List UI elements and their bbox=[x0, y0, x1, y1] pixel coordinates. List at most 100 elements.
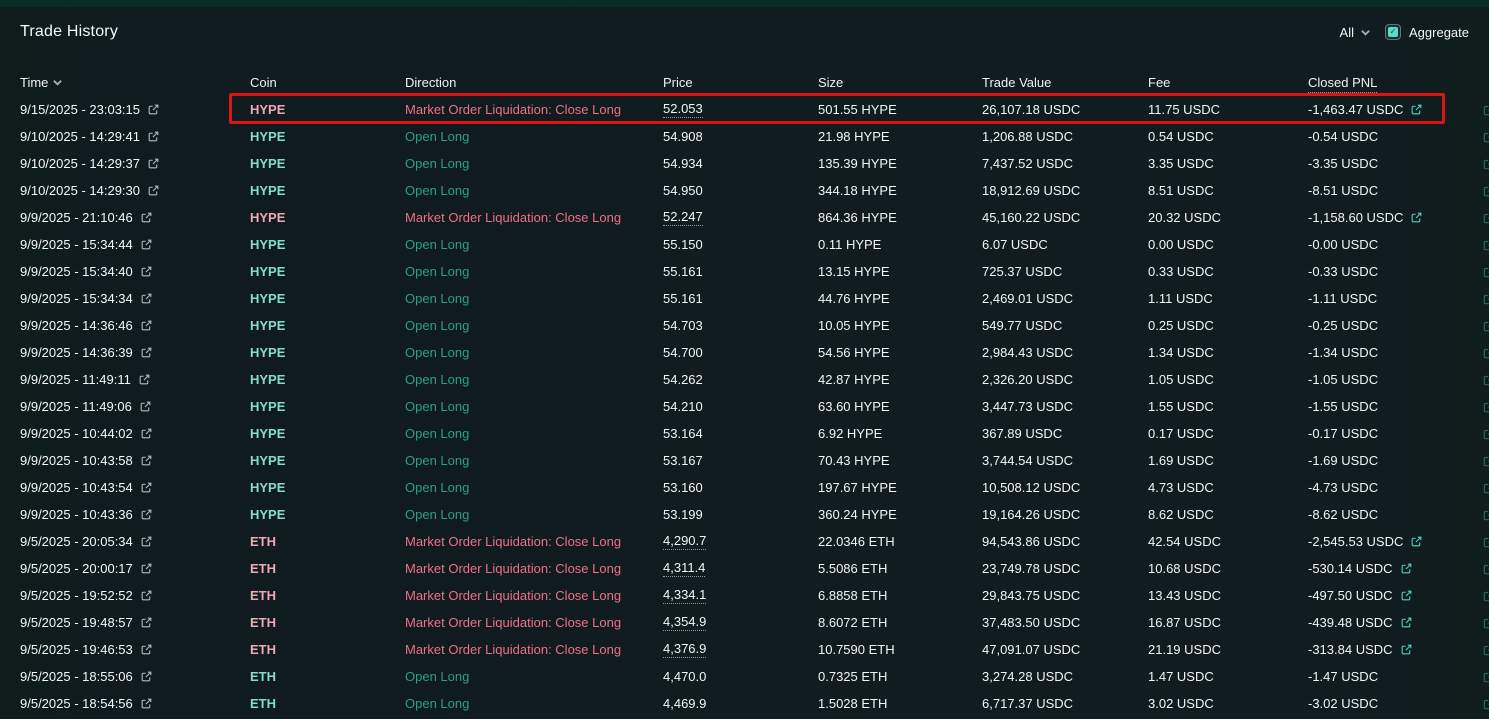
external-link-icon[interactable] bbox=[140, 454, 153, 467]
external-link-icon[interactable] bbox=[1482, 427, 1489, 441]
chevron-down-icon bbox=[1360, 27, 1371, 38]
time-cell: 9/15/2025 - 23:03:15 bbox=[20, 102, 250, 117]
time-cell: 9/9/2025 - 21:10:46 bbox=[20, 210, 250, 225]
external-link-icon[interactable] bbox=[140, 211, 153, 224]
external-link-icon[interactable] bbox=[1482, 319, 1489, 333]
external-link-icon[interactable] bbox=[1482, 670, 1489, 684]
price-cell: 53.164 bbox=[663, 426, 818, 441]
trade-time: 9/9/2025 - 14:36:46 bbox=[20, 318, 133, 333]
pnl-external-link-icon[interactable] bbox=[1410, 211, 1423, 224]
external-link-icon[interactable] bbox=[1482, 643, 1489, 657]
trade-time: 9/9/2025 - 15:34:44 bbox=[20, 237, 133, 252]
coin-cell: HYPE bbox=[250, 291, 405, 306]
table-row: 9/5/2025 - 18:55:06 ETH Open Long 4,470.… bbox=[0, 663, 1489, 690]
external-link-icon[interactable] bbox=[1482, 292, 1489, 306]
column-header-time[interactable]: Time bbox=[20, 75, 250, 90]
price-cell: 53.199 bbox=[663, 507, 818, 522]
fee-cell: 21.19 USDC bbox=[1148, 642, 1308, 657]
external-link-icon[interactable] bbox=[140, 427, 153, 440]
closed-pnl-cell: -1.47 USDC bbox=[1308, 669, 1489, 684]
aggregate-toggle[interactable]: ✓ Aggregate bbox=[1385, 24, 1469, 40]
external-link-icon[interactable] bbox=[1482, 616, 1489, 630]
external-link-icon[interactable] bbox=[1482, 184, 1489, 198]
price-cell: 4,376.9 bbox=[663, 641, 818, 658]
external-link-icon[interactable] bbox=[1482, 346, 1489, 360]
fee-cell: 1.55 USDC bbox=[1148, 399, 1308, 414]
external-link-icon[interactable] bbox=[1482, 157, 1489, 171]
pnl-external-link-icon[interactable] bbox=[1400, 589, 1413, 602]
chevron-down-icon bbox=[52, 77, 63, 88]
pnl-external-link-icon[interactable] bbox=[1400, 562, 1413, 575]
coin-cell: HYPE bbox=[250, 237, 405, 252]
column-header-fee: Fee bbox=[1148, 75, 1308, 90]
external-link-icon[interactable] bbox=[139, 400, 152, 413]
closed-pnl-cell: -1,158.60 USDC bbox=[1308, 210, 1489, 225]
external-link-icon[interactable] bbox=[1482, 508, 1489, 522]
coin-cell: HYPE bbox=[250, 102, 405, 117]
external-link-icon[interactable] bbox=[1482, 589, 1489, 603]
external-link-icon[interactable] bbox=[1482, 265, 1489, 279]
external-link-icon[interactable] bbox=[140, 265, 153, 278]
external-link-icon[interactable] bbox=[1482, 697, 1489, 711]
coin-cell: ETH bbox=[250, 696, 405, 711]
external-link-icon[interactable] bbox=[1482, 211, 1489, 225]
trade-value-cell: 3,274.28 USDC bbox=[982, 669, 1148, 684]
size-cell: 44.76 HYPE bbox=[818, 291, 982, 306]
direction-cell: Open Long bbox=[405, 669, 663, 684]
external-link-icon[interactable] bbox=[140, 508, 153, 521]
pnl-external-link-icon[interactable] bbox=[1410, 103, 1423, 116]
external-link-icon[interactable] bbox=[138, 373, 151, 386]
external-link-icon[interactable] bbox=[147, 103, 160, 116]
price-cell: 54.700 bbox=[663, 345, 818, 360]
coin-cell: HYPE bbox=[250, 210, 405, 225]
external-link-icon[interactable] bbox=[140, 670, 153, 683]
external-link-icon[interactable] bbox=[1482, 400, 1489, 414]
external-link-icon[interactable] bbox=[147, 130, 160, 143]
external-link-icon[interactable] bbox=[1482, 373, 1489, 387]
external-link-icon[interactable] bbox=[1482, 535, 1489, 549]
table-row: 9/9/2025 - 14:36:46 HYPE Open Long 54.70… bbox=[0, 312, 1489, 339]
external-link-icon[interactable] bbox=[140, 589, 153, 602]
external-link-icon[interactable] bbox=[140, 643, 153, 656]
fee-cell: 16.87 USDC bbox=[1148, 615, 1308, 630]
time-cell: 9/9/2025 - 15:34:34 bbox=[20, 291, 250, 306]
aggregate-checkbox[interactable]: ✓ bbox=[1385, 24, 1401, 40]
trade-value-cell: 6.07 USDC bbox=[982, 237, 1148, 252]
external-link-icon[interactable] bbox=[140, 238, 153, 251]
time-cell: 9/5/2025 - 19:48:57 bbox=[20, 615, 250, 630]
external-link-icon[interactable] bbox=[140, 616, 153, 629]
table-row: 9/10/2025 - 14:29:41 HYPE Open Long 54.9… bbox=[0, 123, 1489, 150]
external-link-icon[interactable] bbox=[140, 481, 153, 494]
external-link-icon[interactable] bbox=[140, 562, 153, 575]
external-link-icon[interactable] bbox=[140, 535, 153, 548]
external-link-icon[interactable] bbox=[1482, 562, 1489, 576]
column-header-closed-pnl[interactable]: Closed PNL bbox=[1308, 75, 1489, 90]
external-link-icon[interactable] bbox=[147, 184, 160, 197]
fee-cell: 20.32 USDC bbox=[1148, 210, 1308, 225]
trade-value-cell: 29,843.75 USDC bbox=[982, 588, 1148, 603]
coin-cell: ETH bbox=[250, 534, 405, 549]
trade-value-cell: 19,164.26 USDC bbox=[982, 507, 1148, 522]
filter-dropdown[interactable]: All bbox=[1340, 25, 1371, 40]
external-link-icon[interactable] bbox=[1482, 103, 1489, 117]
external-link-icon[interactable] bbox=[1482, 238, 1489, 252]
coin-cell: HYPE bbox=[250, 372, 405, 387]
time-cell: 9/5/2025 - 19:52:52 bbox=[20, 588, 250, 603]
page-title: Trade History bbox=[20, 23, 118, 41]
external-link-icon[interactable] bbox=[140, 292, 153, 305]
external-link-icon[interactable] bbox=[147, 157, 160, 170]
pnl-external-link-icon[interactable] bbox=[1410, 535, 1423, 548]
pnl-external-link-icon[interactable] bbox=[1400, 643, 1413, 656]
pnl-external-link-icon[interactable] bbox=[1400, 616, 1413, 629]
column-header-price: Price bbox=[663, 75, 818, 90]
external-link-icon[interactable] bbox=[140, 319, 153, 332]
external-link-icon[interactable] bbox=[140, 346, 153, 359]
external-link-icon[interactable] bbox=[1482, 130, 1489, 144]
price-cell: 4,469.9 bbox=[663, 696, 818, 711]
external-link-icon[interactable] bbox=[1482, 481, 1489, 495]
trade-value-cell: 94,543.86 USDC bbox=[982, 534, 1148, 549]
fee-cell: 13.43 USDC bbox=[1148, 588, 1308, 603]
external-link-icon[interactable] bbox=[1482, 454, 1489, 468]
closed-pnl-cell: -0.25 USDC bbox=[1308, 318, 1489, 333]
external-link-icon[interactable] bbox=[140, 697, 153, 710]
